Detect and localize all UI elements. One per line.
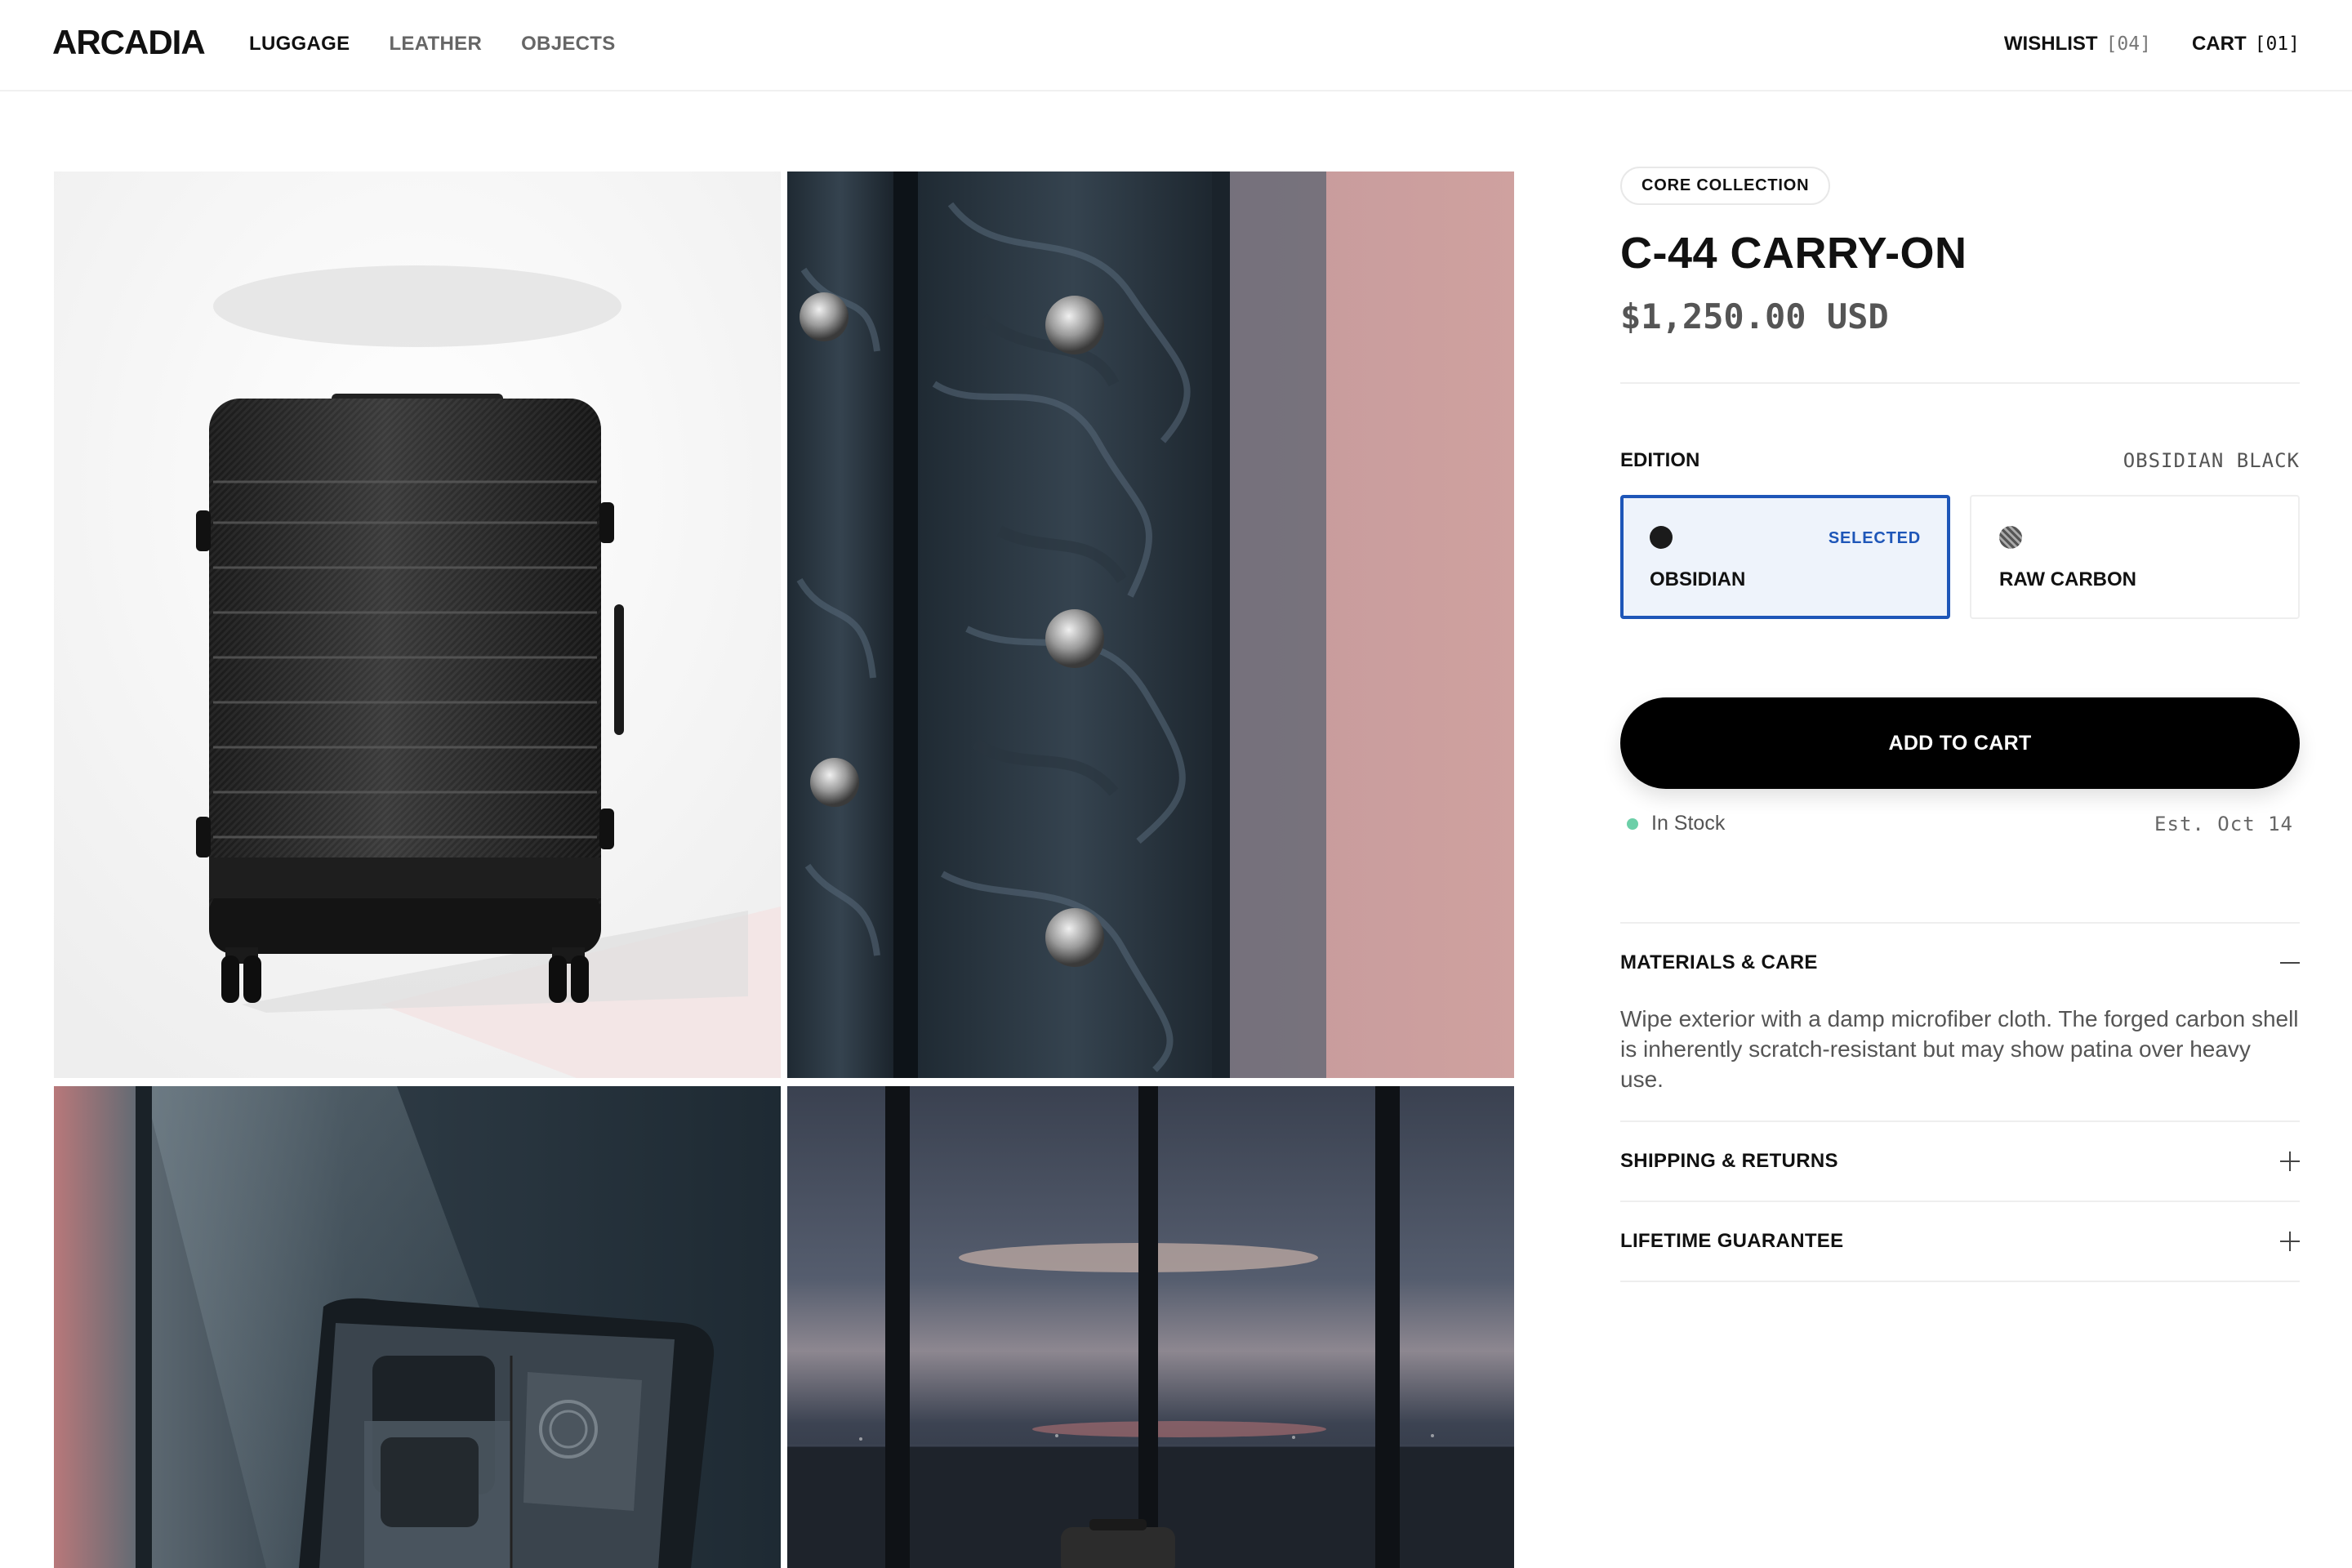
accordion-title: MATERIALS & CARE bbox=[1620, 951, 1818, 973]
raw-carbon-swatch-icon bbox=[1999, 526, 2022, 549]
gallery-image-interior[interactable] bbox=[54, 1086, 781, 1568]
brand-logo[interactable]: ARCADIA bbox=[52, 23, 206, 62]
wishlist-link[interactable]: WISHLIST [04] bbox=[2004, 33, 2151, 56]
accordion-item-materials: MATERIALS & CARE Wipe exterior with a da… bbox=[1620, 924, 2300, 1122]
selected-flag: SELECTED bbox=[1828, 529, 1921, 547]
accordion-body-materials: Wipe exterior with a damp microfiber clo… bbox=[1620, 1006, 2299, 1092]
main-nav: LUGGAGE LEATHER OBJECTS bbox=[249, 33, 616, 56]
edition-option-obsidian[interactable]: SELECTED OBSIDIAN bbox=[1620, 495, 1950, 619]
accordion-header-shipping[interactable]: SHIPPING & RETURNS bbox=[1620, 1122, 2300, 1200]
stock-status: In Stock bbox=[1627, 812, 1725, 835]
edition-label: EDITION bbox=[1620, 449, 1700, 471]
collection-badge: CORE COLLECTION bbox=[1620, 167, 1831, 205]
cart-count: [01] bbox=[2254, 33, 2300, 55]
accordion-title: LIFETIME GUARANTEE bbox=[1620, 1230, 1844, 1252]
product-panel: CORE COLLECTION C-44 CARRY-ON $1,250.00 … bbox=[1620, 167, 2300, 1282]
accordion-header-materials[interactable]: MATERIALS & CARE bbox=[1620, 924, 2300, 1002]
product-title: C-44 CARRY-ON bbox=[1620, 229, 1967, 278]
nav-item-objects[interactable]: OBJECTS bbox=[521, 33, 615, 56]
site-header: ARCADIA LUGGAGE LEATHER OBJECTS WISHLIST… bbox=[0, 0, 2352, 91]
add-to-cart-button[interactable]: ADD TO CART bbox=[1620, 697, 2300, 789]
accordion-item-guarantee: LIFETIME GUARANTEE bbox=[1620, 1202, 2300, 1282]
edition-options: SELECTED OBSIDIAN RAW CARBON bbox=[1620, 495, 2300, 619]
gallery-image-front[interactable] bbox=[54, 172, 781, 1078]
edition-header: EDITION OBSIDIAN BLACK bbox=[1620, 449, 2300, 472]
stock-status-text: In Stock bbox=[1651, 812, 1726, 835]
product-gallery bbox=[54, 172, 1516, 1568]
cart-link[interactable]: CART [01] bbox=[2192, 33, 2300, 56]
obsidian-swatch-icon bbox=[1650, 526, 1673, 549]
divider bbox=[1620, 382, 2300, 384]
accordion-title: SHIPPING & RETURNS bbox=[1620, 1150, 1838, 1172]
gallery-image-closeup[interactable] bbox=[787, 172, 1514, 1078]
accordion-header-guarantee[interactable]: LIFETIME GUARANTEE bbox=[1620, 1202, 2300, 1281]
nav-item-luggage[interactable]: LUGGAGE bbox=[249, 33, 350, 56]
product-accordion: MATERIALS & CARE Wipe exterior with a da… bbox=[1620, 922, 2300, 1282]
wishlist-count: [04] bbox=[2105, 33, 2151, 55]
plus-icon[interactable] bbox=[2280, 1232, 2300, 1251]
accordion-item-shipping: SHIPPING & RETURNS bbox=[1620, 1122, 2300, 1202]
product-price: $1,250.00 USD bbox=[1620, 296, 1889, 336]
minus-icon[interactable] bbox=[2280, 953, 2300, 973]
cart-label: CART bbox=[2191, 33, 2247, 55]
edition-current-value: OBSIDIAN BLACK bbox=[2123, 449, 2300, 472]
status-dot-icon bbox=[1627, 817, 1638, 830]
gallery-image-airport[interactable] bbox=[787, 1086, 1514, 1568]
availability-row: In Stock Est. Oct 14 bbox=[1620, 812, 2300, 835]
plus-icon[interactable] bbox=[2280, 1152, 2300, 1171]
edition-option-raw-carbon[interactable]: RAW CARBON bbox=[1970, 495, 2300, 619]
nav-item-leather[interactable]: LEATHER bbox=[389, 33, 482, 56]
wishlist-label: WISHLIST bbox=[2003, 33, 2098, 55]
header-actions: WISHLIST [04] CART [01] bbox=[2004, 33, 2300, 56]
edition-option-label: OBSIDIAN bbox=[1650, 568, 1746, 590]
estimated-delivery: Est. Oct 14 bbox=[2154, 812, 2293, 835]
edition-option-label: RAW CARBON bbox=[1999, 568, 2136, 590]
